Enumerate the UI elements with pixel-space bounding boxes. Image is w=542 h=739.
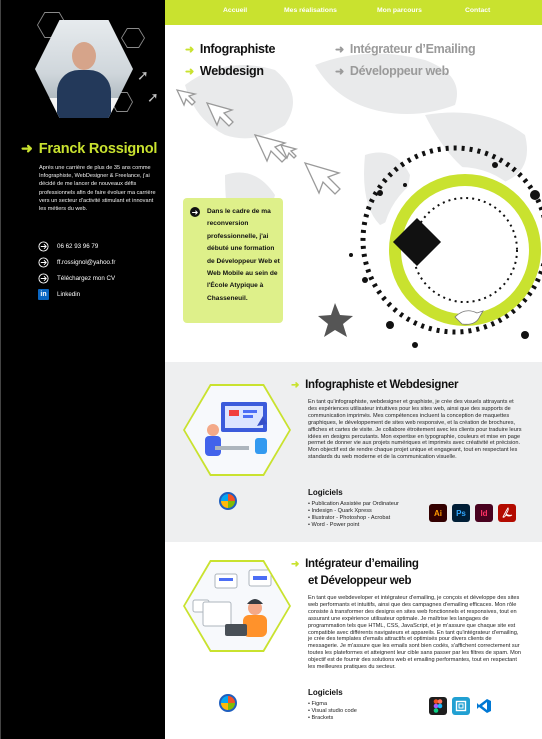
arrow-right-icon: ➜ <box>335 43 344 56</box>
contact-email[interactable]: ff.rossignol@yahoo.fr <box>38 254 115 270</box>
cursor-icon: ➚ <box>147 89 159 105</box>
role-label: Développeur web <box>349 64 449 78</box>
acrobat-icon <box>498 504 516 522</box>
vscode-icon <box>475 697 493 715</box>
role-label: Intégrateur d’Emailing <box>349 42 476 56</box>
section-illustration <box>183 560 291 652</box>
callout-text: Dans le cadre de ma reconversion profess… <box>207 208 280 302</box>
profile-name-row: ➜ Franck Rossignol <box>21 140 157 157</box>
section-title-text: Infographiste et Webdesigner <box>305 379 459 391</box>
contact-label: Linkedin <box>57 290 81 298</box>
contact-list: 06 62 93 96 79 ff.rossignol@yahoo.fr Tél… <box>38 238 115 302</box>
windows-icon <box>219 694 237 712</box>
nav-realisations[interactable]: Mes réalisations <box>284 7 337 14</box>
illustrator-icon: Ai <box>429 504 447 522</box>
contact-linkedin[interactable]: in Linkedin <box>38 286 115 302</box>
windows-icon <box>219 492 237 510</box>
software-item: Word - Power point <box>308 522 399 529</box>
contact-label: 06 62 93 96 79 <box>57 242 99 250</box>
software-item: Visual studio code <box>308 708 357 715</box>
arrow-right-icon: ➜ <box>185 65 194 78</box>
app-icons: Ai Ps Id <box>429 504 516 522</box>
arrow-right-icon: ➜ <box>291 380 300 391</box>
brackets-icon <box>452 697 470 715</box>
logiciels-title: Logiciels <box>308 488 343 497</box>
logiciels-title: Logiciels <box>308 688 343 697</box>
section-text: En tant qu'infographiste, webdesigner et… <box>308 399 522 461</box>
profile-bio: Après une carrière de plus de 35 ans com… <box>39 165 156 213</box>
arrow-right-icon: ➜ <box>190 207 200 217</box>
top-nav: Accueil Mes réalisations Mon parcours Co… <box>165 0 542 25</box>
software-list: Figma Visual studio code Brackets <box>308 701 357 722</box>
section-emailing: ➜ Intégrateur d’emailing et Développeur w… <box>165 542 542 739</box>
reconversion-callout: ➜ Dans le cadre de ma reconversion profe… <box>183 198 283 323</box>
role-infographiste: ➜ Infographiste <box>185 42 276 56</box>
role-label: Infographiste <box>199 42 276 56</box>
linkedin-icon: in <box>38 288 49 300</box>
role-webdesign: ➜ Webdesign <box>185 64 264 78</box>
section-title: ➜ Intégrateur d’emailing et Développeur w… <box>291 556 419 589</box>
role-label: Webdesign <box>199 64 264 78</box>
section-text: En tant que webdeveloper et intégrateur … <box>308 595 521 671</box>
contact-phone[interactable]: 06 62 93 96 79 <box>38 238 115 254</box>
software-item: Brackets <box>308 715 357 722</box>
section-title-text: et Développeur web <box>308 575 412 587</box>
software-item: Indesign - Quark Xpress <box>308 508 399 515</box>
sidebar: ➚ ➚ ➜ Franck Rossignol Après une carrièr… <box>1 0 165 739</box>
arrow-right-icon: ➜ <box>291 559 300 570</box>
role-emailing: ➜ Intégrateur d’Emailing <box>335 42 476 56</box>
os-icons <box>209 694 237 712</box>
profile-name: Franck Rossignol <box>38 140 158 157</box>
arrow-right-icon: ➜ <box>185 43 194 56</box>
app-icons <box>429 697 493 715</box>
role-developpeur: ➜ Développeur web <box>335 64 449 78</box>
contact-cv[interactable]: Téléchargez mon CV <box>38 270 115 286</box>
software-list: Publication Assistée par Ordinateur Inde… <box>308 501 399 529</box>
hero: ➜ Infographiste ➜ Intégrateur d’Emailing… <box>165 25 542 362</box>
section-title: ➜ Infographiste et Webdesigner <box>291 377 458 394</box>
contact-label: ff.rossignol@yahoo.fr <box>57 258 116 266</box>
arrow-right-circle-icon <box>38 256 49 268</box>
arrow-right-icon: ➜ <box>335 65 344 78</box>
figma-icon <box>429 697 447 715</box>
arrow-right-circle-icon <box>38 240 49 252</box>
software-item: Figma <box>308 701 357 708</box>
hex-decor <box>121 28 145 48</box>
contact-label: Téléchargez mon CV <box>57 274 116 282</box>
nav-contact[interactable]: Contact <box>465 7 490 14</box>
os-icons <box>209 492 237 510</box>
software-item: Publication Assistée par Ordinateur <box>308 501 399 508</box>
nav-accueil[interactable]: Accueil <box>223 7 247 14</box>
arrow-right-circle-icon <box>38 272 49 284</box>
arrow-right-icon: ➜ <box>21 140 33 156</box>
nav-parcours[interactable]: Mon parcours <box>377 7 422 14</box>
section-infographiste: ➜ Infographiste et Webdesigner En tant qu… <box>165 362 542 542</box>
software-item: Illustrator - Photoshop - Acrobat <box>308 515 399 522</box>
section-title-text: Intégrateur d’emailing <box>305 558 419 570</box>
section-illustration <box>183 384 291 476</box>
indesign-icon: Id <box>475 504 493 522</box>
avatar-area: ➚ ➚ <box>29 12 159 122</box>
cursor-icon: ➚ <box>137 67 149 83</box>
photoshop-icon: Ps <box>452 504 470 522</box>
